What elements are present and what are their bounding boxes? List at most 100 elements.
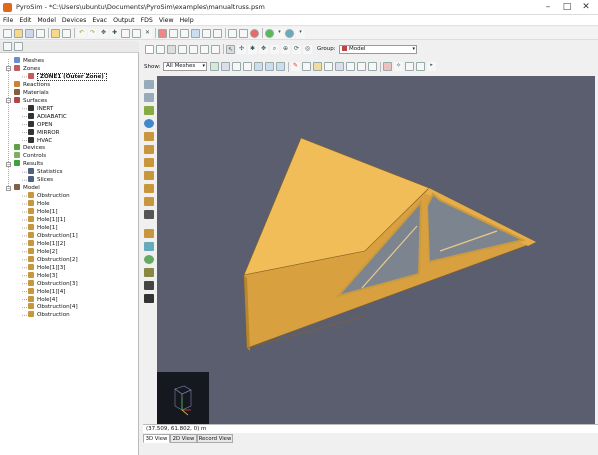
open-folder-icon[interactable] <box>14 29 23 38</box>
shade-icon[interactable] <box>254 62 263 71</box>
floor-icon[interactable] <box>144 229 154 238</box>
snap-icon[interactable] <box>416 62 425 71</box>
minimize-icon[interactable]: – <box>540 1 556 13</box>
results-icon[interactable] <box>285 29 294 38</box>
undo-icon[interactable]: ↶ <box>77 29 86 38</box>
tree-expander[interactable]: − <box>6 185 11 191</box>
paste-icon[interactable] <box>132 29 141 38</box>
tree-item[interactable]: HVAC <box>28 136 52 145</box>
tree-item[interactable]: Hole[1] <box>28 208 58 216</box>
pencil-icon[interactable]: ✎ <box>291 62 300 71</box>
tree-item[interactable]: Hole[1][3] <box>28 263 65 272</box>
tree-item[interactable]: Obstruction[4] <box>28 303 78 311</box>
grid-icon[interactable] <box>180 29 189 38</box>
view-front-icon[interactable] <box>156 45 165 54</box>
tree-item[interactable]: Hole[2] <box>28 247 58 256</box>
sparkle-icon[interactable]: ✧ <box>394 62 403 71</box>
tree-item[interactable]: Devices <box>14 144 45 152</box>
show-wire-icon[interactable] <box>243 62 252 71</box>
draw-room-icon[interactable] <box>368 62 377 71</box>
target-icon[interactable] <box>144 255 154 264</box>
menu-fds[interactable]: FDS <box>138 15 156 26</box>
view-iso-icon[interactable] <box>167 45 176 54</box>
block-icon[interactable] <box>144 158 154 167</box>
tree-item[interactable]: Hole[1][1] <box>28 216 65 224</box>
settings-icon[interactable] <box>144 268 154 277</box>
box-icon[interactable] <box>144 171 154 180</box>
measure-tool-icon[interactable] <box>144 281 154 290</box>
room-icon[interactable] <box>144 210 154 219</box>
rotate-tool-icon[interactable] <box>144 93 154 102</box>
menu-help[interactable]: Help <box>177 15 197 26</box>
draw-vent-icon[interactable] <box>335 62 344 71</box>
tree-item[interactable]: Hole[1] <box>28 223 58 232</box>
tree-item[interactable]: Hole[1][4] <box>28 287 65 296</box>
reaction-icon[interactable] <box>213 29 222 38</box>
pen-icon[interactable] <box>144 294 154 303</box>
tree-expander[interactable]: − <box>6 98 11 104</box>
tree-item[interactable]: MIRROR <box>28 128 60 137</box>
texture-icon[interactable] <box>276 62 285 71</box>
tree-item[interactable]: Results <box>14 160 43 168</box>
tree-item[interactable]: Reactions <box>14 80 50 89</box>
stop-icon[interactable] <box>250 29 259 38</box>
device-view-icon[interactable] <box>383 62 392 71</box>
group-select[interactable]: Model ▾ <box>339 45 417 54</box>
tree-item[interactable]: Obstruction[3] <box>28 279 78 288</box>
draw-block-icon[interactable] <box>324 62 333 71</box>
tree-item[interactable]: Hole[4] <box>28 295 58 304</box>
menu-evac[interactable]: Evac <box>89 15 110 26</box>
import-icon[interactable] <box>51 29 60 38</box>
print-icon[interactable] <box>36 29 45 38</box>
tree-expander[interactable]: − <box>6 161 11 167</box>
material-icon[interactable] <box>202 29 211 38</box>
reset-view-icon[interactable]: ⟳ <box>292 45 301 54</box>
3d-view[interactable] <box>157 76 595 424</box>
tree-item[interactable]: Obstruction[1] <box>28 231 78 240</box>
zoom-box-icon[interactable]: ⊕ <box>281 45 290 54</box>
tree-item[interactable]: Obstruction <box>28 311 70 319</box>
menu-devices[interactable]: Devices <box>59 15 89 26</box>
add-icon[interactable]: ✚ <box>110 29 119 38</box>
tree-item[interactable]: Model <box>14 184 40 192</box>
menu-file[interactable]: File <box>0 15 16 26</box>
save-icon[interactable] <box>25 29 34 38</box>
smooth-icon[interactable] <box>265 62 274 71</box>
show-meshes-icon[interactable] <box>221 62 230 71</box>
view-right-icon[interactable] <box>200 45 209 54</box>
orbit-icon[interactable]: ✣ <box>237 45 246 54</box>
move-tool-icon[interactable] <box>144 80 154 89</box>
device-icon[interactable] <box>228 29 237 38</box>
move-icon[interactable]: ✥ <box>99 29 108 38</box>
tree-item[interactable]: OPEN <box>28 120 53 129</box>
hole-icon[interactable] <box>144 184 154 193</box>
draw-wall-icon[interactable] <box>313 62 322 71</box>
menu-edit[interactable]: Edit <box>16 15 34 26</box>
view-top-icon[interactable] <box>145 45 154 54</box>
tree-item[interactable]: Hole[3] <box>28 271 58 280</box>
menu-output[interactable]: Output <box>110 15 138 26</box>
tree-item[interactable]: Hole[1][2] <box>28 239 65 248</box>
zoom-icon[interactable]: ⌕ <box>270 45 279 54</box>
wall-icon[interactable] <box>144 145 154 154</box>
grid-tool-icon[interactable] <box>144 242 154 251</box>
mesh-icon[interactable] <box>169 29 178 38</box>
draw-obstruction-icon[interactable] <box>302 62 311 71</box>
tree-item[interactable]: Zones <box>14 64 40 73</box>
measure-icon[interactable] <box>405 62 414 71</box>
mirror-tool-icon[interactable] <box>144 106 154 115</box>
copy-icon[interactable] <box>121 29 130 38</box>
tab-3d-view[interactable]: 3D View <box>143 434 170 443</box>
surface-icon[interactable] <box>191 29 200 38</box>
tree-item[interactable]: ADIABATIC <box>28 112 67 121</box>
fit-view-icon[interactable]: ◎ <box>303 45 312 54</box>
tree-item[interactable]: Statistics <box>28 168 63 176</box>
tree-item[interactable]: Obstruction <box>28 192 70 200</box>
view-left-icon[interactable] <box>189 45 198 54</box>
filter-icon[interactable] <box>3 42 12 51</box>
menu-model[interactable]: Model <box>34 15 59 26</box>
tree-item[interactable]: Controls <box>14 152 46 160</box>
new-file-icon[interactable] <box>3 29 12 38</box>
tree-item[interactable]: Meshes <box>14 57 44 65</box>
tree-item[interactable]: Obstruction[2] <box>28 255 78 264</box>
